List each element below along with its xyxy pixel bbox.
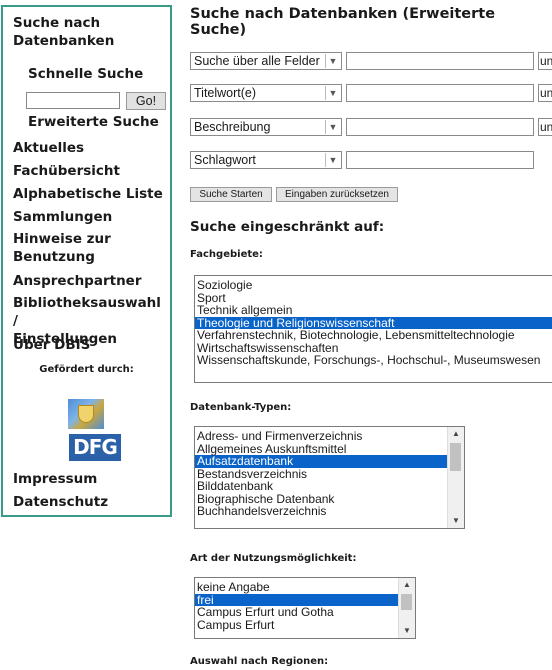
list-option[interactable]: Bilddatenbank (195, 480, 464, 493)
sidebar-nav: Suche nach Datenbanken Schnelle Suche Go… (1, 5, 172, 517)
scroll-up-icon[interactable]: ▲ (399, 578, 415, 592)
search-term-input-2[interactable] (346, 84, 534, 102)
field-select-3-value: Beschreibung (194, 120, 271, 134)
nav-link-news[interactable]: Aktuelles (13, 139, 84, 157)
chevron-down-icon: ▼ (325, 120, 340, 134)
nav-link-alphabetical-list[interactable]: Alphabetische Liste (13, 185, 163, 203)
field-select-3[interactable]: Beschreibung ▼ (190, 118, 342, 136)
nav-link-privacy[interactable]: Datenschutz (13, 493, 108, 511)
regions-label: Auswahl nach Regionen: (190, 656, 329, 667)
db-types-label: Datenbank-Typen: (190, 402, 292, 413)
db-types-listbox[interactable]: Adress- und Firmenverzeichnis Allgemeine… (194, 426, 465, 529)
scroll-down-icon[interactable]: ▼ (448, 514, 464, 528)
field-select-1[interactable]: Suche über alle Felder ▼ (190, 52, 342, 70)
list-option-selected[interactable]: Aufsatzdatenbank (195, 455, 447, 468)
usage-notes-line2: Benutzung (13, 249, 95, 265)
field-select-4[interactable]: Schlagwort ▼ (190, 151, 342, 169)
nav-link-about[interactable]: Über DBIS (13, 336, 90, 354)
scroll-thumb[interactable] (401, 594, 412, 610)
scroll-thumb[interactable] (450, 443, 461, 471)
list-option[interactable]: Campus Erfurt und Gotha (195, 606, 415, 619)
list-option[interactable]: Wissenschaftskunde, Forschungs-, Hochsch… (195, 354, 552, 367)
nav-link-contacts[interactable]: Ansprechpartner (13, 272, 142, 290)
sidebar-title-line1: Suche nach (13, 15, 101, 31)
list-option[interactable]: keine Angabe (195, 581, 398, 594)
chevron-down-icon: ▼ (325, 86, 340, 100)
list-option[interactable]: Adress- und Firmenverzeichnis (195, 430, 464, 443)
list-option[interactable]: Campus Erfurt (195, 618, 415, 632)
nav-link-collections[interactable]: Sammlungen (13, 208, 112, 226)
sidebar-title-line2: Datenbanken (13, 33, 115, 49)
list-option[interactable]: Buchhandelsverzeichnis (195, 505, 464, 518)
scroll-up-icon[interactable]: ▲ (448, 427, 464, 441)
page-title: Suche nach Datenbanken (Erweiterte Suche… (190, 6, 496, 38)
search-term-input-1[interactable] (346, 52, 534, 70)
go-button[interactable]: Go! (126, 92, 166, 110)
search-term-input-3[interactable] (346, 118, 534, 136)
db-types-scrollbar[interactable]: ▲ ▼ (447, 427, 464, 528)
access-type-label: Art der Nutzungsmöglichkeit: (190, 553, 357, 564)
scroll-down-icon[interactable]: ▼ (399, 624, 415, 638)
usage-notes-line1: Hinweise zur (13, 231, 111, 247)
quick-search-heading[interactable]: Schnelle Suche (28, 66, 143, 82)
restricted-search-heading: Suche eingeschränkt auf: (190, 219, 385, 235)
connector-select-1[interactable]: un (538, 52, 552, 70)
nav-link-imprint[interactable]: Impressum (13, 470, 97, 488)
dfg-logo[interactable]: DFG (69, 434, 121, 461)
library-settings-line1: Bibliotheksauswahl / (13, 295, 161, 329)
quick-search-input[interactable] (26, 92, 120, 109)
field-select-1-value: Suche über alle Felder (194, 54, 320, 68)
connector-select-2[interactable]: un (538, 84, 552, 102)
nav-link-subject-overview[interactable]: Fachübersicht (13, 162, 120, 180)
chevron-down-icon: ▼ (325, 54, 340, 68)
field-select-2-value: Titelwort(e) (194, 86, 257, 100)
field-select-4-value: Schlagwort (194, 153, 256, 167)
search-term-input-4[interactable] (346, 151, 534, 169)
subjects-label: Fachgebiete: (190, 249, 263, 260)
list-option[interactable]: Verfahrenstechnik, Biotechnologie, Leben… (195, 329, 552, 342)
nav-link-usage-notes[interactable]: Hinweise zur Benutzung (13, 230, 111, 266)
access-type-scrollbar[interactable]: ▲ ▼ (398, 578, 415, 638)
list-option[interactable]: Technik allgemein (195, 304, 552, 317)
sidebar-title[interactable]: Suche nach Datenbanken (13, 14, 114, 50)
reset-button[interactable]: Eingaben zurücksetzen (276, 187, 398, 202)
bavaria-coat-of-arms-logo[interactable] (68, 399, 104, 429)
connector-select-3[interactable]: un (538, 118, 552, 136)
chevron-down-icon: ▼ (325, 153, 340, 167)
list-option[interactable]: Soziologie (195, 279, 552, 292)
funded-by-label: Gefördert durch: (39, 364, 134, 375)
access-type-listbox[interactable]: keine Angabe frei Campus Erfurt und Goth… (194, 577, 416, 639)
subjects-listbox[interactable]: Soziologie Sport Technik allgemein Theol… (194, 275, 552, 383)
extended-search-link[interactable]: Erweiterte Suche (28, 114, 159, 130)
field-select-2[interactable]: Titelwort(e) ▼ (190, 84, 342, 102)
search-button[interactable]: Suche Starten (190, 187, 272, 202)
